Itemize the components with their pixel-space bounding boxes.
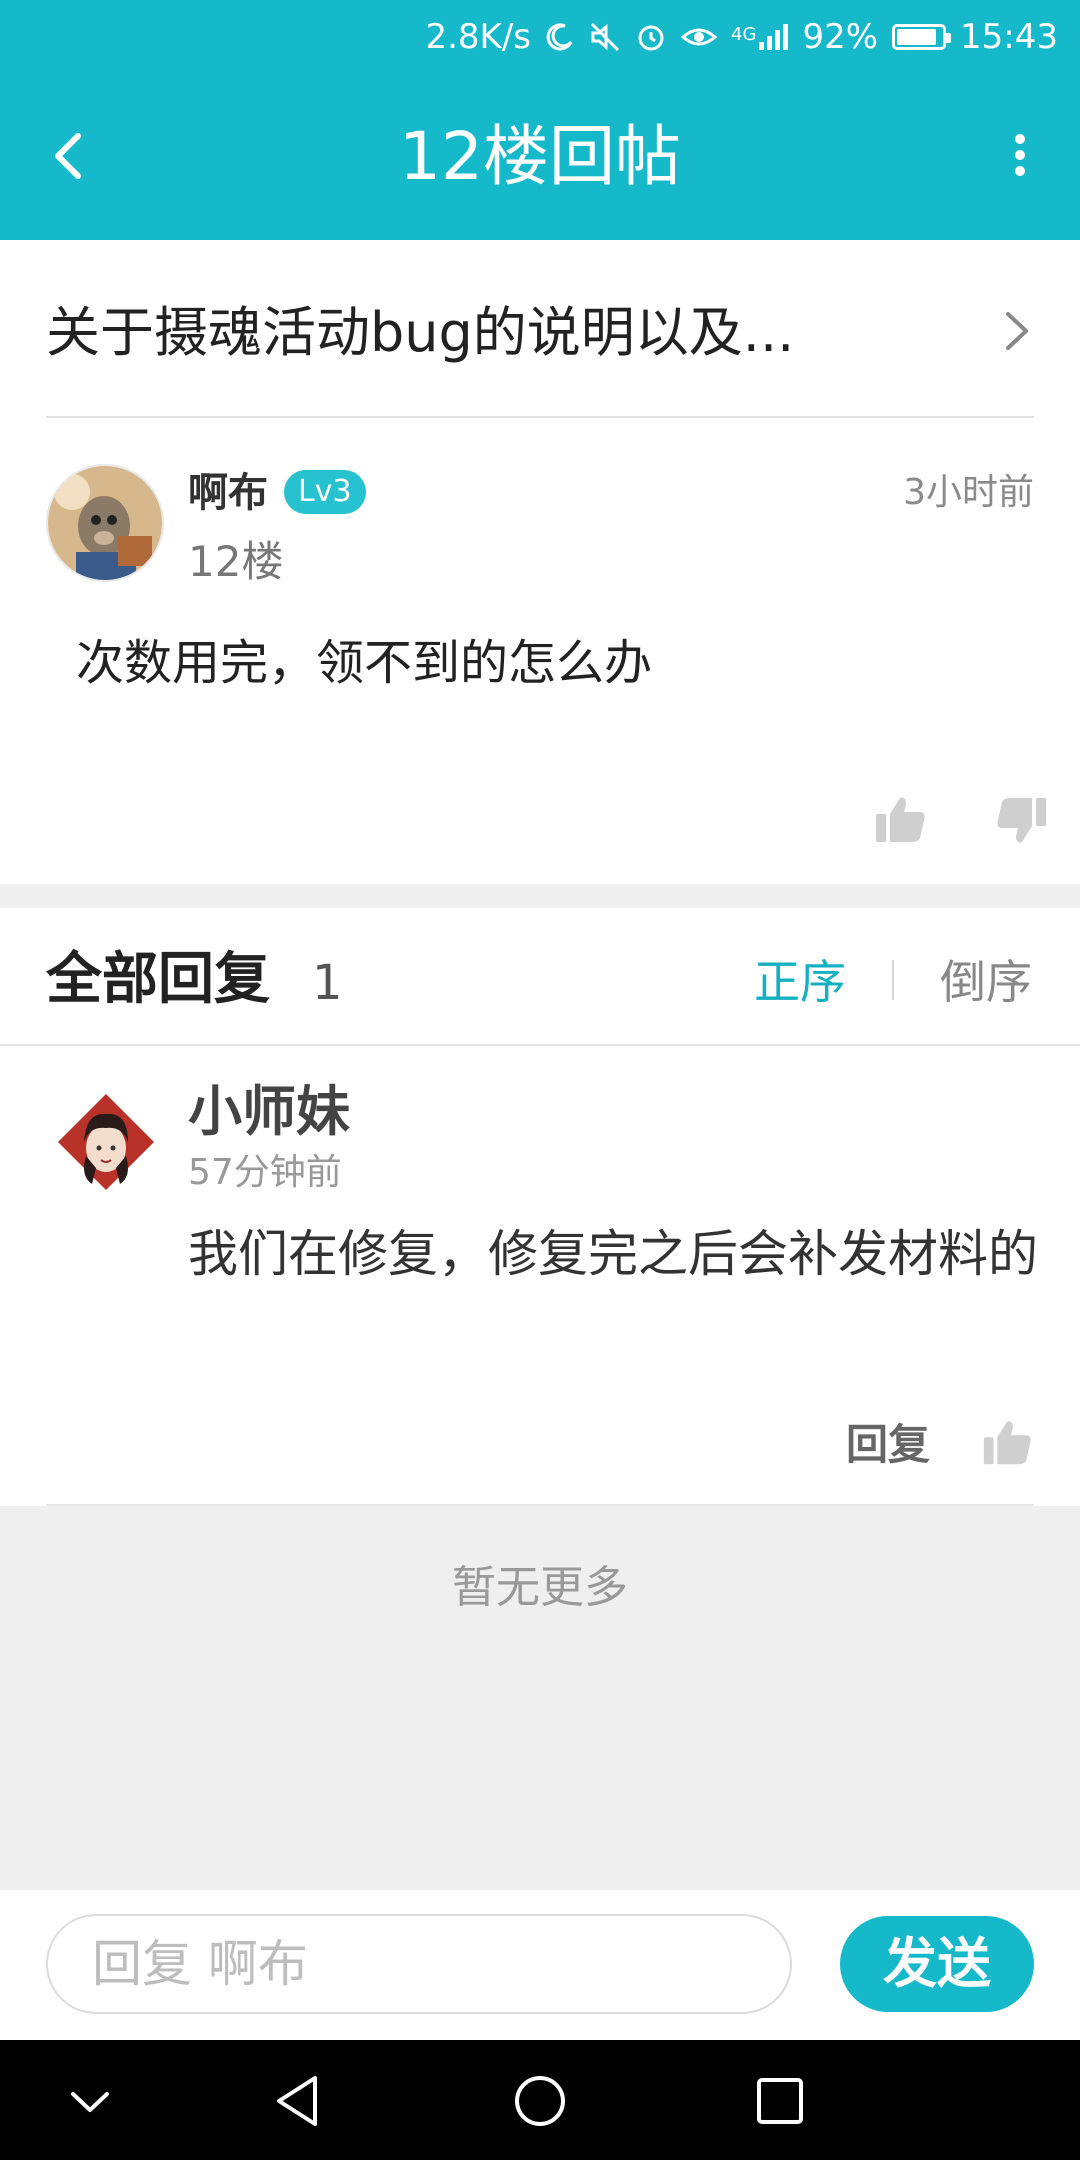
- like-button[interactable]: [980, 1416, 1034, 1470]
- level-badge: Lv3: [284, 470, 366, 514]
- post-floor: 12楼: [188, 537, 284, 586]
- thumbs-down-icon: [997, 798, 1046, 843]
- replies-count: 1: [312, 955, 343, 1011]
- thread-link[interactable]: 关于摄魂活动bug的说明以及...: [0, 240, 1080, 418]
- sort-descending-button[interactable]: 倒序: [940, 950, 1032, 1014]
- thumbs-up-icon: [983, 1421, 1031, 1465]
- original-post: 啊布 Lv3 3小时前 12楼 次数用完，领不到的怎么办: [0, 418, 1080, 884]
- post-author[interactable]: 啊布: [188, 466, 268, 520]
- no-more-label: 暂无更多: [452, 1562, 628, 1613]
- reply-item: 小师妹 57分钟前 我们在修复，修复完之后会补发材料的 回复: [0, 1046, 1080, 1506]
- mute-icon: [590, 22, 620, 52]
- post-time: 3小时前: [903, 472, 1034, 513]
- reply-body: 我们在修复，修复完之后会补发材料的: [188, 1225, 1038, 1283]
- battery-percent: 92%: [802, 17, 879, 57]
- reply-input-bar: 发送: [0, 1890, 1080, 2040]
- avatar-image: [48, 466, 162, 580]
- status-icons: 2.8K/s 4G 92% 15:43: [425, 14, 1058, 60]
- sort-separator: [892, 960, 894, 1000]
- chevron-right-icon: [1006, 312, 1028, 350]
- battery-icon: [892, 24, 952, 50]
- send-button[interactable]: 发送: [840, 1916, 1034, 2012]
- home-circle-icon[interactable]: [505, 2066, 575, 2136]
- signal-icon: 4G: [731, 24, 789, 50]
- reply-button[interactable]: 回复: [846, 1418, 930, 1472]
- recent-apps-icon[interactable]: [745, 2066, 815, 2136]
- list-end-area: 暂无更多: [0, 1506, 1080, 1890]
- avatar[interactable]: [56, 1092, 156, 1192]
- alarm-icon: [638, 25, 664, 51]
- avatar-image: [58, 1094, 154, 1190]
- chevron-down-icon[interactable]: [55, 2066, 125, 2136]
- more-vertical-icon: [990, 126, 1050, 176]
- net-speed: 2.8K/s: [425, 17, 532, 57]
- clock: 15:43: [960, 17, 1058, 57]
- sort-ascending-button[interactable]: 正序: [754, 950, 846, 1014]
- more-options-button[interactable]: [990, 126, 1050, 186]
- app-header: 12楼回帖: [0, 74, 1080, 240]
- system-nav-bar: [0, 2040, 1080, 2160]
- reply-author[interactable]: 小师妹: [188, 1076, 350, 1148]
- reply-input[interactable]: [46, 1914, 792, 2014]
- replies-header: 全部回复 1 正序 倒序: [0, 908, 1080, 1044]
- like-button[interactable]: [872, 792, 928, 848]
- avatar[interactable]: [46, 464, 164, 582]
- status-bar: 2.8K/s 4G 92% 15:43: [0, 0, 1080, 74]
- moon-icon: [546, 23, 573, 51]
- back-triangle-icon[interactable]: [265, 2066, 335, 2136]
- replies-label: 全部回复: [46, 947, 270, 1012]
- thread-title: 关于摄魂活动bug的说明以及...: [46, 301, 795, 364]
- section-gap: [0, 884, 1080, 908]
- post-body: 次数用完，领不到的怎么办: [76, 635, 653, 691]
- reply-time: 57分钟前: [188, 1152, 342, 1193]
- thumbs-up-icon: [876, 797, 925, 842]
- dislike-button[interactable]: [994, 792, 1050, 848]
- signal-label: 4G: [731, 24, 757, 45]
- page-title: 12楼回帖: [399, 118, 681, 195]
- eye-icon: [681, 28, 718, 46]
